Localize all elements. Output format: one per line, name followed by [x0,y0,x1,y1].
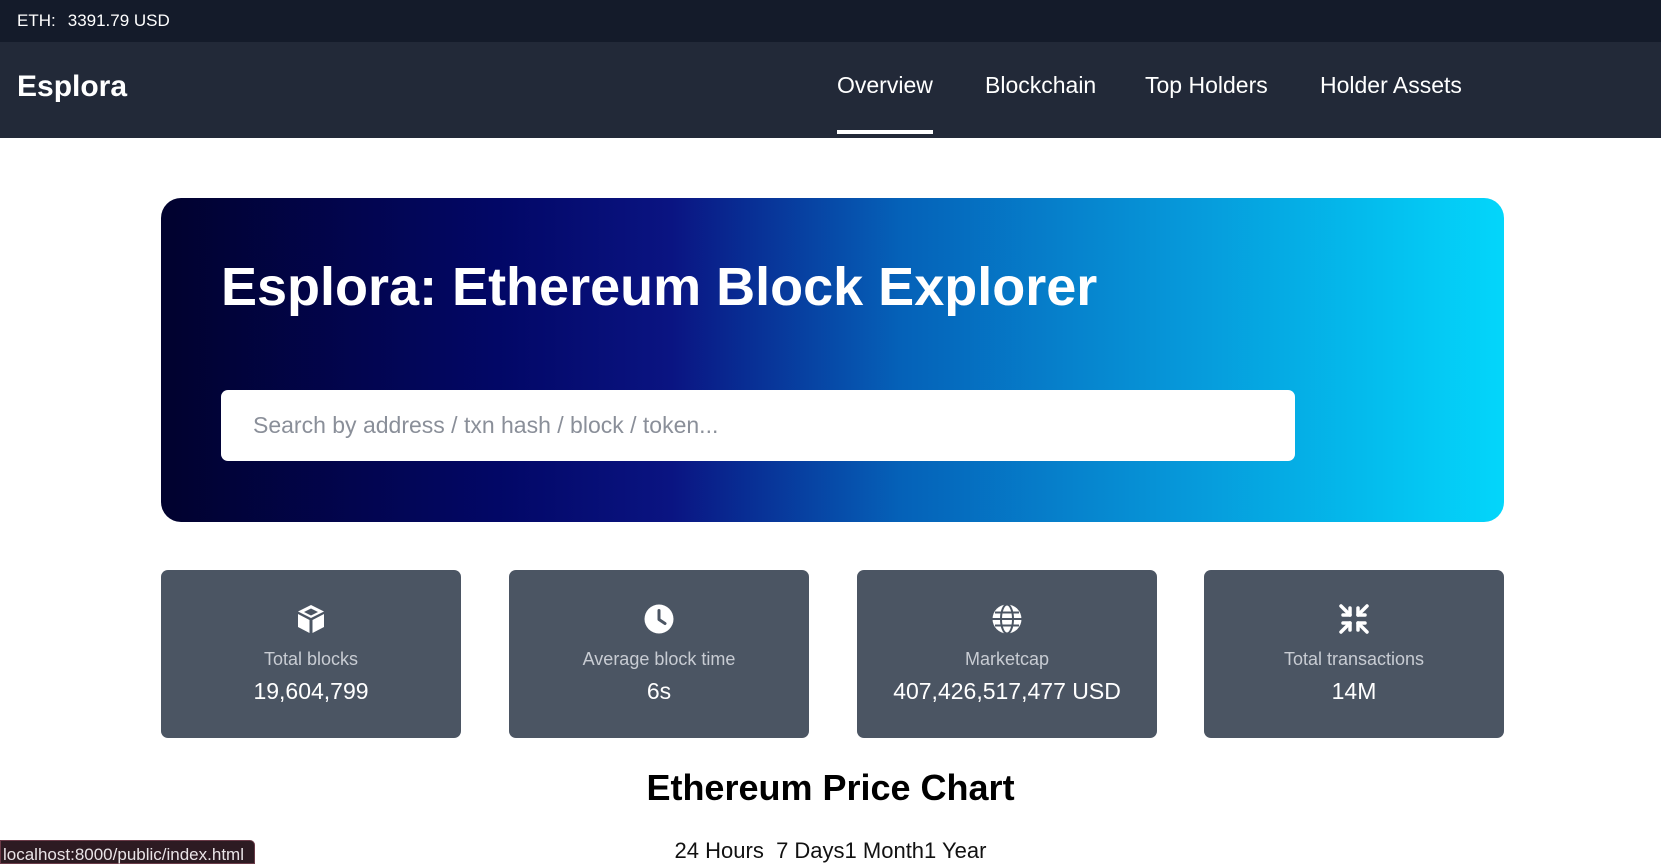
stat-card-marketcap: Marketcap 407,426,517,477 USD [857,570,1157,738]
nav-top-holders[interactable]: Top Holders [1145,72,1268,99]
stat-value: 6s [646,678,672,704]
status-bar-url: localhost:8000/public/index.html [0,840,255,864]
stat-card-average-block-time: Average block time 6s [509,570,809,738]
eth-price: 3391.79 USD [67,11,170,30]
stat-label: Marketcap [964,649,1050,669]
stat-label: Total blocks [263,649,359,669]
stat-label: Average block time [582,649,736,669]
range-1-year[interactable]: 1 Year [924,838,986,863]
page-title: Esplora: Ethereum Block Explorer [221,257,1098,317]
nav-overview[interactable]: Overview [837,72,933,134]
search-input[interactable] [251,411,1295,440]
brand-logo[interactable]: Esplora [17,70,127,104]
cube-icon [298,605,324,633]
range-24-hours[interactable]: 24 Hours [675,838,764,863]
clock-icon [644,604,674,634]
globe-icon [992,603,1022,635]
stat-value: 14M [1331,678,1377,704]
nav-blockchain[interactable]: Blockchain [985,72,1096,99]
navbar: Esplora Overview Blockchain Top Holders … [0,42,1661,138]
chart-title: Ethereum Price Chart [646,767,1015,808]
stat-card-total-blocks: Total blocks 19,604,799 [161,570,461,738]
range-1-month[interactable]: 1 Month [845,838,925,863]
eth-price-bar: ETH: 3391.79 USD [0,0,1661,42]
range-7-days[interactable]: 7 Days [776,838,844,863]
search-box[interactable] [221,390,1295,461]
eth-label: ETH: [17,11,56,30]
compress-arrows-icon [1339,604,1369,634]
stat-label: Total transactions [1283,649,1425,669]
stat-value: 19,604,799 [253,678,369,704]
stat-value: 407,426,517,477 USD [893,678,1121,704]
nav-holder-assets[interactable]: Holder Assets [1320,72,1462,99]
hero-banner: Esplora: Ethereum Block Explorer [161,198,1504,522]
stat-card-total-transactions: Total transactions 14M [1204,570,1504,738]
